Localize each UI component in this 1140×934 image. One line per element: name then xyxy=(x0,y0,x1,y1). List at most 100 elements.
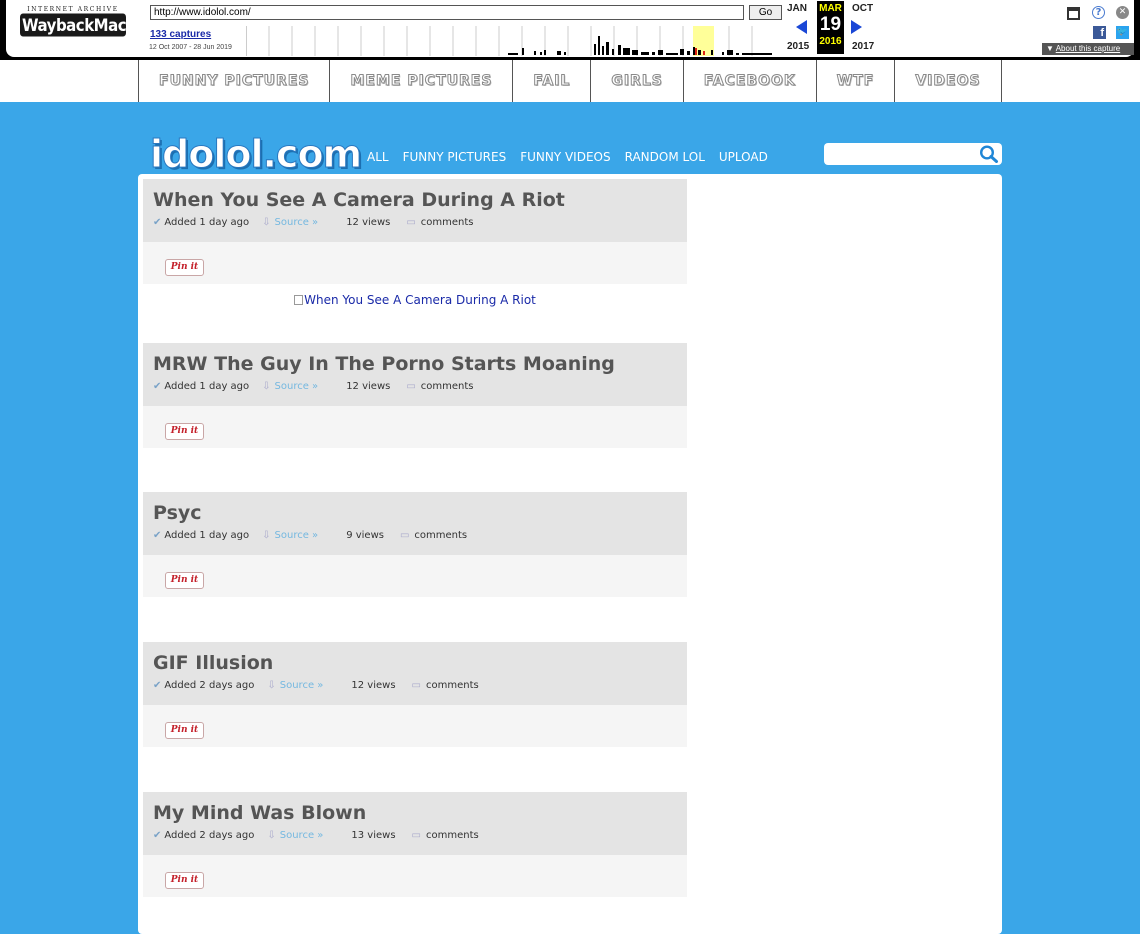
category-bar: FUNNY PICTURES MEME PICTURES FAIL GIRLS … xyxy=(0,60,1140,102)
post-source-link[interactable]: ⇩ Source » xyxy=(262,381,318,392)
site-logo[interactable]: idolol.com xyxy=(149,132,362,177)
nav-random-lol[interactable]: RANDOM LOL xyxy=(625,150,705,164)
wayback-prev-year[interactable]: 2015 xyxy=(787,41,809,52)
next-capture-arrow-icon[interactable] xyxy=(851,20,862,34)
post-comments-link[interactable]: ▭ comments xyxy=(412,680,479,691)
nav-upload[interactable]: UPLOAD xyxy=(719,150,768,164)
category-fail[interactable]: FAIL xyxy=(513,60,592,102)
comment-icon: ▭ xyxy=(406,381,416,392)
added-check-icon: ✔ xyxy=(153,680,162,691)
source-icon: ⇩ xyxy=(267,680,276,691)
post-comments-label: comments xyxy=(414,530,468,541)
category-girls[interactable]: GIRLS xyxy=(591,60,684,102)
post-header: GIF Illusion ✔ Added 2 days ago ⇩ Source … xyxy=(143,642,687,705)
wayback-current-date: MAR 19 2016 xyxy=(817,1,844,54)
prev-capture-arrow-icon[interactable] xyxy=(796,20,807,34)
help-icon[interactable]: ? xyxy=(1092,6,1105,19)
category-wtf[interactable]: WTF xyxy=(817,60,896,102)
post-meta: ✔ Added 1 day ago ⇩ Source » 12 views ▭ co… xyxy=(153,381,677,392)
wayback-logo[interactable]: INTERNET ARCHIVE WaybackMachine xyxy=(20,6,161,46)
post-comments-label: comments xyxy=(420,381,474,392)
post-added: Added 1 day ago xyxy=(164,530,250,541)
post-title[interactable]: When You See A Camera During A Riot xyxy=(153,189,677,211)
post-views: 12 views xyxy=(351,680,396,691)
post-title[interactable]: My Mind Was Blown xyxy=(153,802,677,824)
post: My Mind Was Blown ✔ Added 2 days ago ⇩ So… xyxy=(143,792,687,897)
wayback-current-year: 2016 xyxy=(819,36,842,47)
post-views: 12 views xyxy=(346,381,391,392)
post-image-alt: When You See A Camera During A Riot xyxy=(304,293,536,307)
category-meme-pictures[interactable]: MEME PICTURES xyxy=(330,60,514,102)
twitter-icon[interactable]: 🐦 xyxy=(1116,26,1129,39)
facebook-icon[interactable]: f xyxy=(1093,26,1106,39)
pin-it-button[interactable]: Pin it xyxy=(165,872,204,889)
source-icon: ⇩ xyxy=(262,381,271,392)
nav-all[interactable]: ALL xyxy=(367,150,389,164)
wayback-prev-month[interactable]: JAN xyxy=(787,3,807,14)
post-share-bar: Pin it xyxy=(143,705,687,747)
pin-it-button[interactable]: Pin it xyxy=(165,259,204,276)
post-source-link[interactable]: ⇩ Source » xyxy=(267,680,323,691)
post-source-link[interactable]: ⇩ Source » xyxy=(262,530,318,541)
category-funny-pictures[interactable]: FUNNY PICTURES xyxy=(139,60,331,102)
post-added: Added 2 days ago xyxy=(164,680,255,691)
added-check-icon: ✔ xyxy=(153,217,162,228)
content-panel: When You See A Camera During A Riot ✔ Ad… xyxy=(138,174,1002,934)
wayback-go-button[interactable]: Go xyxy=(749,5,782,20)
post-image[interactable]: When You See A Camera During A Riot xyxy=(143,284,687,307)
nav-funny-videos[interactable]: FUNNY VIDEOS xyxy=(520,150,610,164)
post-comments-link[interactable]: ▭ comments xyxy=(406,381,473,392)
search-icon[interactable] xyxy=(979,145,999,163)
close-icon[interactable]: ✕ xyxy=(1116,6,1129,19)
post-source-label: Source » xyxy=(274,217,319,228)
source-icon: ⇩ xyxy=(262,217,271,228)
broken-image-icon xyxy=(294,295,304,305)
wayback-captures-link[interactable]: 133 captures xyxy=(150,29,211,40)
post-comments-link[interactable]: ▭ comments xyxy=(400,530,467,541)
post-source-link[interactable]: ⇩ Source » xyxy=(267,830,323,841)
post-source-label: Source » xyxy=(274,530,319,541)
window-icon[interactable] xyxy=(1067,7,1080,20)
wayback-toolbar: INTERNET ARCHIVE WaybackMachine Go 133 c… xyxy=(0,0,1140,60)
post-source-label: Source » xyxy=(279,830,324,841)
post-header: Psyc ✔ Added 1 day ago ⇩ Source » 9 views… xyxy=(143,492,687,555)
post-source-link[interactable]: ⇩ Source » xyxy=(262,217,318,228)
post-views: 12 views xyxy=(346,217,391,228)
post-title[interactable]: GIF Illusion xyxy=(153,652,677,674)
wayback-url-input[interactable] xyxy=(150,5,744,20)
post-views: 9 views xyxy=(346,530,384,541)
pin-it-button[interactable]: Pin it xyxy=(165,722,204,739)
category-videos[interactable]: VIDEOS xyxy=(895,60,1002,102)
search-box xyxy=(824,143,1002,165)
search-input[interactable] xyxy=(830,146,970,162)
category-facebook[interactable]: FACEBOOK xyxy=(684,60,817,102)
post-meta: ✔ Added 1 day ago ⇩ Source » 12 views ▭ co… xyxy=(153,217,677,228)
post: MRW The Guy In The Porno Starts Moaning … xyxy=(143,343,687,448)
about-capture-dropdown[interactable]: ▼ About this capture xyxy=(1042,43,1134,55)
wayback-capture-range: 12 Oct 2007 - 28 Jun 2019 xyxy=(149,44,232,51)
post-share-bar: Pin it xyxy=(143,855,687,897)
post-header: When You See A Camera During A Riot ✔ Ad… xyxy=(143,179,687,242)
post-share-bar: Pin it xyxy=(143,406,687,448)
post-comments-link[interactable]: ▭ comments xyxy=(412,830,479,841)
post-comments-label: comments xyxy=(426,680,479,691)
post-views: 13 views xyxy=(351,830,396,841)
wayback-next-month[interactable]: OCT xyxy=(852,3,873,14)
post-title[interactable]: Psyc xyxy=(153,502,677,524)
post-meta: ✔ Added 2 days ago ⇩ Source » 12 views ▭ c… xyxy=(153,680,677,691)
post-header: MRW The Guy In The Porno Starts Moaning … xyxy=(143,343,687,406)
source-icon: ⇩ xyxy=(262,530,271,541)
wayback-capture-sparkline[interactable] xyxy=(246,26,781,56)
post-added: Added 1 day ago xyxy=(164,381,250,392)
post-added: Added 2 days ago xyxy=(164,830,255,841)
post-meta: ✔ Added 1 day ago ⇩ Source » 9 views ▭ com… xyxy=(153,530,677,541)
pin-it-button[interactable]: Pin it xyxy=(165,572,204,589)
nav-funny-pictures[interactable]: FUNNY PICTURES xyxy=(403,150,507,164)
wayback-logo-main: WaybackMachine xyxy=(20,13,161,37)
pin-it-button[interactable]: Pin it xyxy=(165,423,204,440)
post-comments-link[interactable]: ▭ comments xyxy=(406,217,473,228)
wayback-next-year[interactable]: 2017 xyxy=(852,41,874,52)
post-title[interactable]: MRW The Guy In The Porno Starts Moaning xyxy=(153,353,677,375)
comment-icon: ▭ xyxy=(406,217,416,228)
post-share-bar: Pin it xyxy=(143,242,687,284)
